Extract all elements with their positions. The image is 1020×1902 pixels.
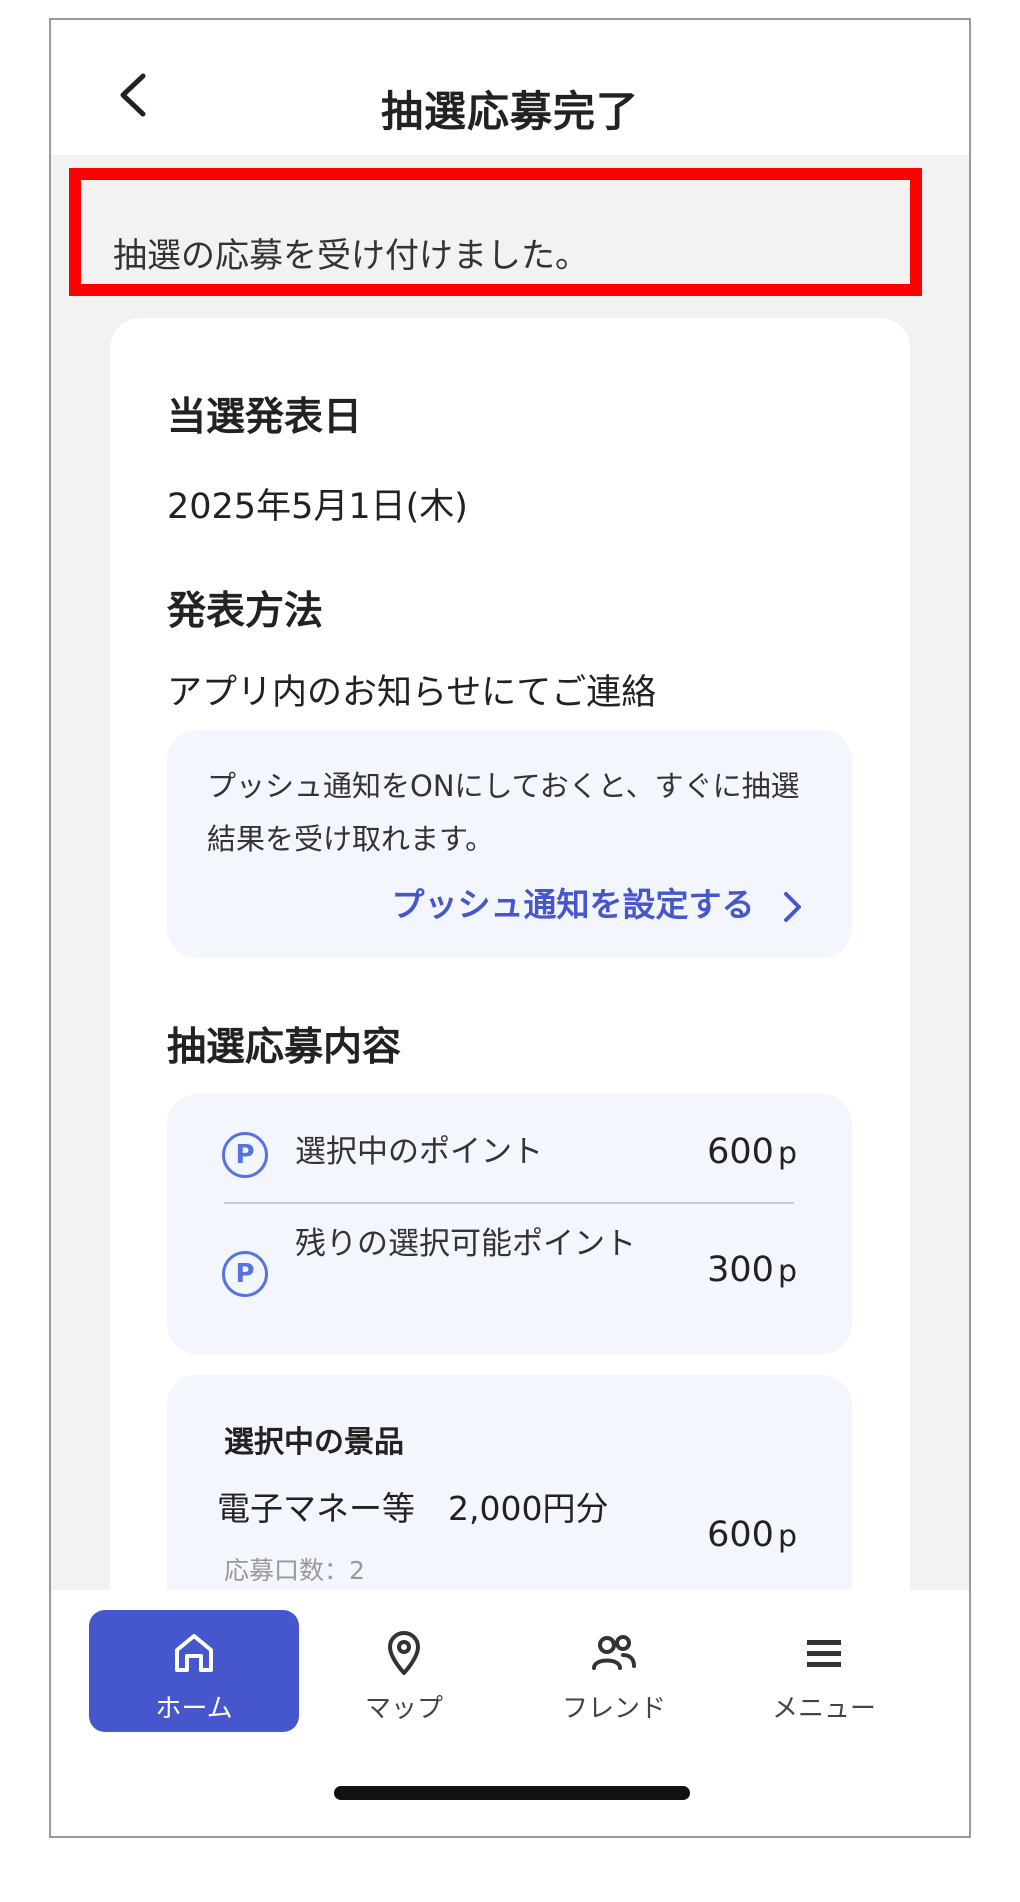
completion-notice-text: 抽選の応募を受け付けました。 xyxy=(113,236,589,276)
tab-friends[interactable]: フレンド xyxy=(509,1610,719,1732)
announcement-method-title: 発表方法 xyxy=(167,589,324,634)
chevron-right-icon xyxy=(784,891,801,922)
home-icon xyxy=(175,1634,213,1672)
header: 抽選応募完了 xyxy=(51,20,969,155)
prize-points-value: 600 p xyxy=(707,1515,797,1555)
entry-count: 応募口数：2 xyxy=(224,1556,365,1585)
announcement-date-value: 2025年5月1日(木) xyxy=(167,487,468,527)
tab-map-label: マップ xyxy=(364,1694,443,1724)
push-notification-note: プッシュ通知をONにしておくと、すぐに抽選結果を受け取れます。 xyxy=(207,769,800,856)
phone-screen: 抽選応募完了 抽選の応募を受け付けました。 当選発表日 2025年5月1日(木)… xyxy=(49,18,971,1838)
tab-menu[interactable]: メニュー xyxy=(719,1610,929,1732)
selected-prize-heading: 選択中の景品 xyxy=(224,1425,404,1460)
tab-friends-label: フレンド xyxy=(561,1694,666,1724)
tab-map[interactable]: マップ xyxy=(299,1610,509,1732)
home-indicator xyxy=(334,1786,690,1800)
push-notification-box: プッシュ通知をONにしておくと、すぐに抽選結果を受け取れます。 プッシュ通知を設… xyxy=(167,730,852,958)
remaining-points-label: 残りの選択可能ポイント xyxy=(295,1226,636,1262)
push-settings-link-label: プッシュ通知を設定する xyxy=(391,885,755,924)
prize-name: 電子マネー等 2,000円分 xyxy=(217,1489,609,1528)
completion-notice: 抽選の応募を受け付けました。 xyxy=(69,168,922,296)
point-icon: P xyxy=(222,1251,268,1297)
map-pin-icon xyxy=(388,1631,420,1675)
friends-icon xyxy=(592,1635,636,1670)
tab-menu-label: メニュー xyxy=(771,1694,876,1724)
push-settings-link[interactable]: プッシュ通知を設定する xyxy=(392,878,805,926)
bottom-tab-bar: ホーム マップ フレンド メニュー xyxy=(51,1590,969,1836)
points-summary: P 選択中のポイント 600 p P 残りの選択可能ポイント 300 p xyxy=(167,1094,852,1354)
tab-home-label: ホーム xyxy=(155,1694,233,1724)
entry-title: 抽選応募内容 xyxy=(167,1025,402,1070)
page-title: 抽選応募完了 xyxy=(380,87,639,136)
menu-icon xyxy=(807,1640,841,1667)
announcement-date-title: 当選発表日 xyxy=(167,395,363,440)
point-icon: P xyxy=(222,1132,268,1178)
tab-home[interactable]: ホーム xyxy=(89,1610,299,1732)
selected-points-label: 選択中のポイント xyxy=(295,1134,543,1170)
points-divider xyxy=(224,1202,794,1204)
remaining-points-value: 300 p xyxy=(707,1250,797,1290)
announcement-method-value: アプリ内のお知らせにてご連絡 xyxy=(167,673,657,713)
selected-points-value: 600 p xyxy=(707,1132,797,1172)
